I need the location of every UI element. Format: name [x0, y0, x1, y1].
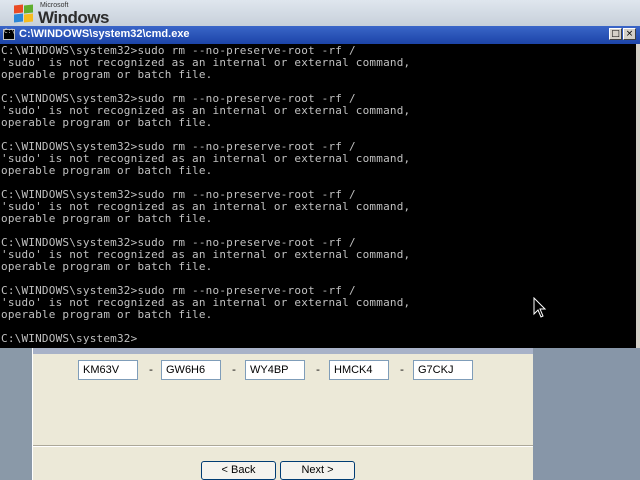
product-key-field-5[interactable]: G7CKJ	[413, 360, 473, 380]
product-key-field-2[interactable]: GW6H6	[161, 360, 221, 380]
console-output[interactable]: C:\WINDOWS\system32>sudo rm --no-preserv…	[0, 44, 620, 348]
product-key-field-1[interactable]: KM63V	[78, 360, 138, 380]
cmd-titlebar[interactable]: C:\WINDOWS\system32\cmd.exe □ ×	[0, 26, 640, 44]
windows-flag-icon	[14, 4, 34, 23]
mouse-pointer-icon	[533, 297, 547, 318]
setup-wizard-window: KM63V - GW6H6 - WY4BP - HMCK4 - G7CKJ < …	[32, 348, 534, 480]
key-separator: -	[232, 363, 236, 376]
console-line: operable program or batch file.	[1, 116, 213, 129]
console-line: operable program or batch file.	[1, 260, 213, 273]
next-button[interactable]: Next >	[280, 461, 355, 480]
console-line: C:\WINDOWS\system32>	[1, 332, 138, 345]
logo-windows-text: Windows	[38, 8, 109, 27]
wizard-divider	[33, 445, 533, 447]
desktop-background-lower	[533, 348, 640, 480]
console-scrollbar[interactable]	[636, 44, 640, 348]
windows-logo: Microsoft Windows	[14, 2, 134, 27]
cmd-window-title: C:\WINDOWS\system32\cmd.exe	[19, 28, 190, 40]
wizard-header-band	[33, 348, 533, 354]
console-line: operable program or batch file.	[1, 212, 213, 225]
product-key-field-3[interactable]: WY4BP	[245, 360, 305, 380]
product-key-field-4[interactable]: HMCK4	[329, 360, 389, 380]
console-line: operable program or batch file.	[1, 164, 213, 177]
desktop-background: Microsoft Windows	[0, 0, 640, 27]
restore-button[interactable]: □	[609, 28, 622, 40]
key-separator: -	[400, 363, 404, 376]
console-line: operable program or batch file.	[1, 308, 213, 321]
key-separator: -	[149, 363, 153, 376]
back-button[interactable]: < Back	[201, 461, 276, 480]
cmd-app-icon[interactable]	[3, 28, 15, 40]
close-button[interactable]: ×	[623, 28, 636, 40]
console-line: operable program or batch file.	[1, 68, 213, 81]
key-separator: -	[316, 363, 320, 376]
